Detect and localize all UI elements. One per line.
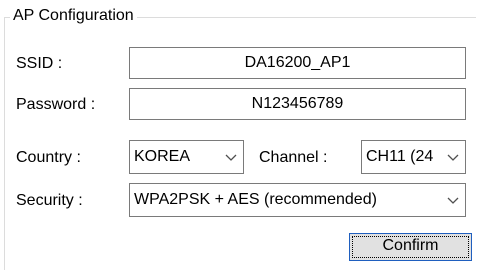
- security-label: Security :: [16, 192, 83, 209]
- ssid-input[interactable]: DA16200_AP1: [129, 47, 466, 79]
- chevron-down-icon: [225, 154, 237, 161]
- password-input[interactable]: N123456789: [129, 88, 466, 120]
- chevron-down-icon: [447, 152, 459, 162]
- security-selected-value: WPA2PSK + AES (recommended): [134, 191, 377, 208]
- country-select[interactable]: KOREA: [129, 140, 244, 174]
- country-label: Country :: [16, 149, 81, 166]
- group-title: AP Configuration: [10, 6, 137, 26]
- channel-selected-value: CH11 (24: [366, 148, 434, 165]
- country-selected-value: KOREA: [134, 148, 191, 165]
- channel-select[interactable]: CH11 (24: [361, 140, 466, 174]
- ssid-label: SSID :: [16, 55, 63, 72]
- channel-label: Channel :: [259, 149, 328, 166]
- confirm-button[interactable]: Confirm: [349, 233, 472, 261]
- confirm-button-label: Confirm: [382, 237, 439, 254]
- password-label: Password :: [16, 96, 96, 113]
- chevron-down-icon: [447, 197, 459, 204]
- security-select[interactable]: WPA2PSK + AES (recommended): [129, 183, 466, 217]
